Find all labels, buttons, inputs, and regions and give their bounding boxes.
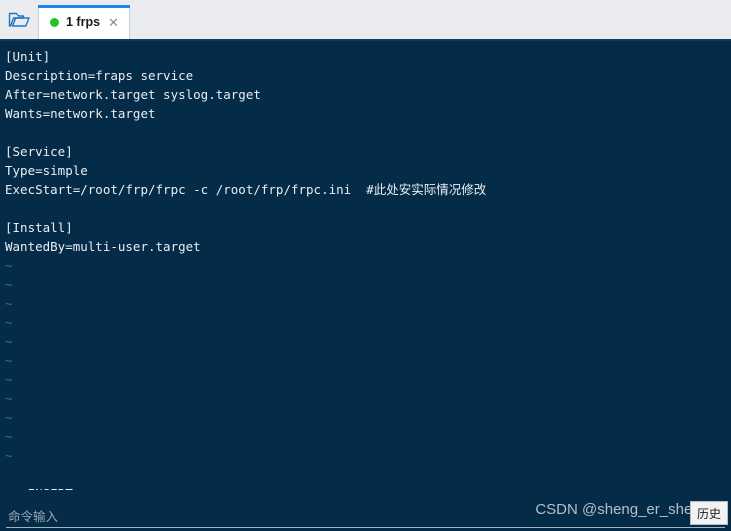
vim-filler-line: ~ [5, 372, 13, 387]
open-folder-icon [8, 11, 30, 29]
history-button[interactable]: 历史 [690, 501, 728, 525]
terminal-line: After=network.target syslog.target [5, 87, 261, 102]
vim-filler-line: ~ [5, 391, 13, 406]
terminal-line: [Install] [5, 220, 73, 235]
terminal-line: [Unit] [5, 49, 51, 64]
terminal-line: ExecStart=/root/frp/frpc -c /root/frp/fr… [5, 182, 487, 197]
terminal-line: Description=fraps service [5, 68, 194, 83]
terminal-output[interactable]: [Unit] Description=fraps service After=n… [0, 41, 731, 490]
vim-filler-line: ~ [5, 448, 13, 463]
vim-filler-line: ~ [5, 296, 13, 311]
vim-filler-line: ~ [5, 277, 13, 292]
terminal-line: Wants=network.target [5, 106, 156, 121]
tab-label: 1 frps [66, 15, 101, 29]
terminal-line: WantedBy=multi-user.target [5, 239, 201, 254]
vim-filler-line: ~ [5, 258, 13, 273]
terminal-line-spacer [5, 465, 731, 484]
open-folder-button[interactable] [0, 0, 38, 39]
terminal-line: [Service] [5, 144, 73, 159]
command-input-bar: CSDN @sheng_er_sheng 命令输入 历史 [0, 490, 731, 531]
command-input-placeholder[interactable]: 命令输入 [8, 506, 58, 525]
watermark-text: CSDN @sheng_er_sheng [535, 501, 709, 518]
vim-filler-line: ~ [5, 429, 13, 444]
close-icon[interactable]: ✕ [107, 16, 120, 29]
terminal-app-window: 1 frps ✕ [Unit] Description=fraps servic… [0, 0, 731, 531]
vim-filler-line: ~ [5, 315, 13, 330]
vim-filler-line: ~ [5, 353, 13, 368]
tab-frps[interactable]: 1 frps ✕ [38, 5, 130, 39]
tab-status-dot-icon [50, 17, 59, 27]
command-input-underline [6, 527, 725, 528]
vim-filler-line: ~ [5, 410, 13, 425]
vim-filler-line: ~ [5, 334, 13, 349]
tab-bar: 1 frps ✕ [0, 0, 731, 41]
terminal-line: Type=simple [5, 163, 88, 178]
